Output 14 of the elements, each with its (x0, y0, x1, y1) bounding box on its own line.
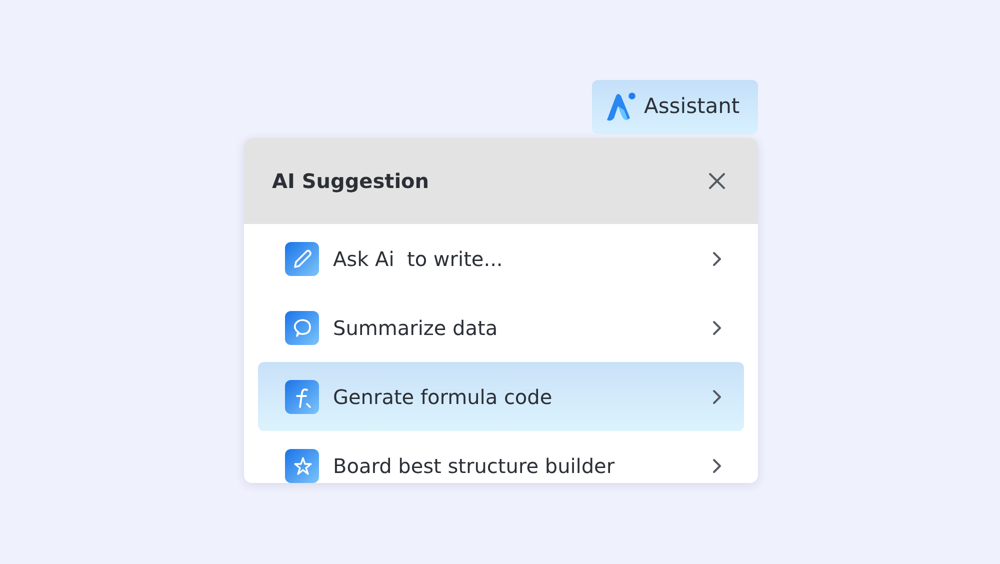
function-icon (285, 380, 319, 414)
logo-icon (604, 92, 636, 122)
chevron-icon (712, 250, 722, 266)
panel-title: AI Suggestion (272, 168, 430, 195)
suggestion-item[interactable]: Genrate formula code (258, 362, 744, 431)
suggestion-item[interactable]: Summarize data (258, 293, 744, 362)
chevron-icon (712, 458, 722, 474)
chevron-icon (712, 320, 722, 336)
suggestion-item[interactable]: Ask Ai to write... (258, 224, 744, 293)
suggestion-item[interactable]: Board best structure builder (258, 431, 744, 483)
assistant-button[interactable]: Assistant (592, 80, 758, 134)
chevron-icon (712, 388, 722, 404)
pencil-icon (285, 242, 319, 276)
chat-bubble-icon (285, 310, 319, 344)
